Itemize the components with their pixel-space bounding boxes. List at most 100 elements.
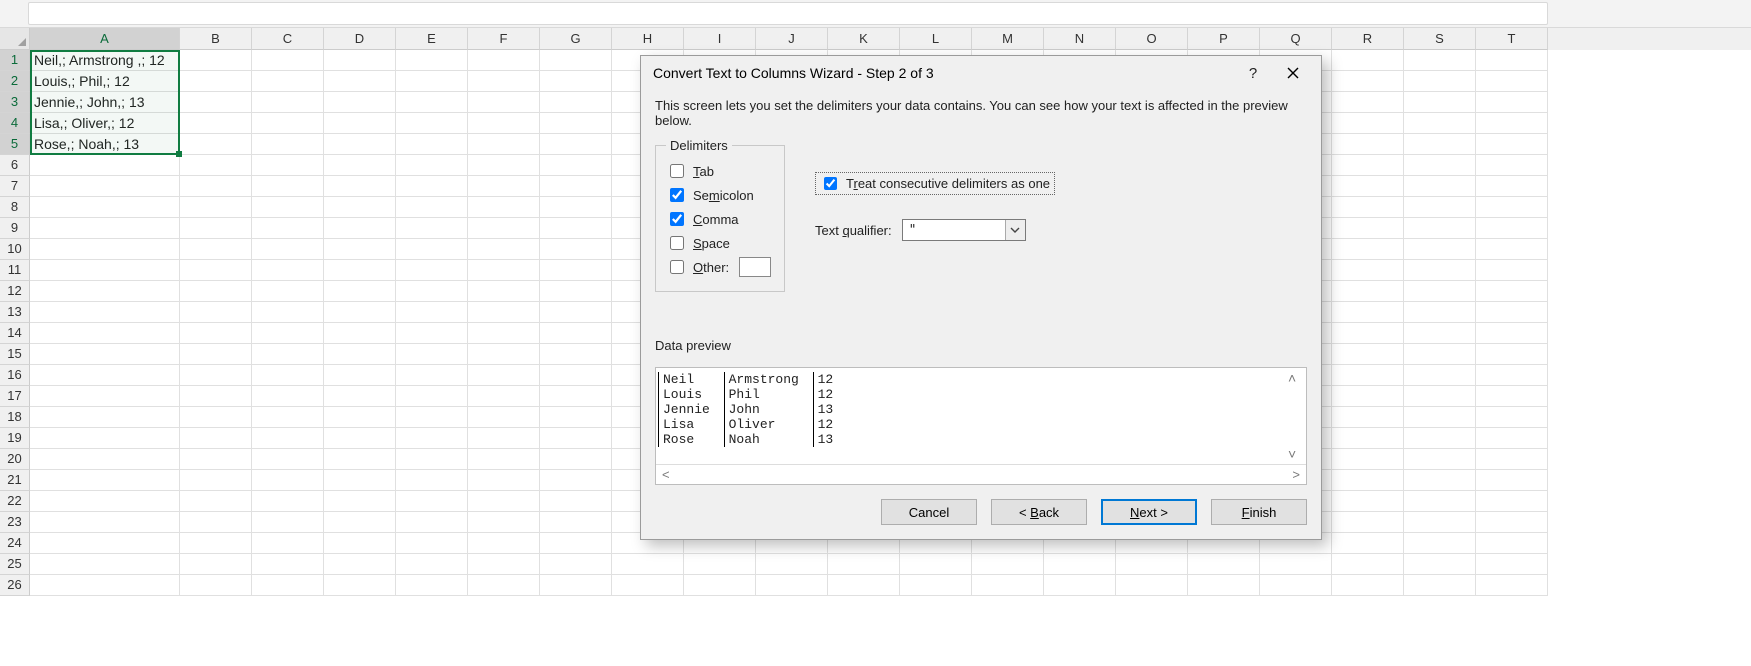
cell[interactable] xyxy=(1332,491,1404,512)
cancel-button[interactable]: Cancel xyxy=(881,499,977,525)
cell[interactable] xyxy=(30,155,180,176)
cell[interactable] xyxy=(252,533,324,554)
column-header[interactable]: I xyxy=(684,28,756,50)
cell[interactable] xyxy=(252,71,324,92)
preview-vertical-scroll[interactable]: ˄ ˅ xyxy=(1288,370,1304,462)
delimiter-space[interactable]: Space xyxy=(666,231,774,255)
cell[interactable] xyxy=(540,449,612,470)
cell[interactable] xyxy=(180,50,252,71)
cell[interactable] xyxy=(1332,71,1404,92)
cell[interactable] xyxy=(180,218,252,239)
cell[interactable] xyxy=(1404,302,1476,323)
preview-horizontal-scroll[interactable]: ˂ ˃ xyxy=(656,464,1306,484)
cell[interactable] xyxy=(540,323,612,344)
delimiter-comma[interactable]: Comma xyxy=(666,207,774,231)
row-header[interactable]: 25 xyxy=(0,554,30,575)
cell[interactable] xyxy=(828,575,900,596)
cell[interactable] xyxy=(180,470,252,491)
cell[interactable] xyxy=(1476,449,1548,470)
finish-button[interactable]: Finish xyxy=(1211,499,1307,525)
cell[interactable] xyxy=(1404,323,1476,344)
cell[interactable] xyxy=(468,386,540,407)
cell[interactable] xyxy=(1404,50,1476,71)
cell[interactable] xyxy=(252,344,324,365)
cell[interactable] xyxy=(180,449,252,470)
cell[interactable] xyxy=(1476,134,1548,155)
cell[interactable] xyxy=(30,554,180,575)
column-header[interactable]: E xyxy=(396,28,468,50)
cell[interactable] xyxy=(180,491,252,512)
cell[interactable] xyxy=(1476,323,1548,344)
cell[interactable] xyxy=(468,155,540,176)
cell[interactable] xyxy=(1404,176,1476,197)
cell[interactable] xyxy=(1332,92,1404,113)
cell[interactable] xyxy=(324,239,396,260)
row-header[interactable]: 2 xyxy=(0,71,30,92)
cell[interactable] xyxy=(252,155,324,176)
cell[interactable] xyxy=(396,71,468,92)
cell[interactable] xyxy=(1332,302,1404,323)
cell[interactable] xyxy=(1476,155,1548,176)
row-header[interactable]: 24 xyxy=(0,533,30,554)
cell[interactable] xyxy=(1476,533,1548,554)
cell[interactable] xyxy=(468,491,540,512)
cell[interactable] xyxy=(180,92,252,113)
cell[interactable] xyxy=(468,344,540,365)
cell[interactable] xyxy=(1404,113,1476,134)
row-header[interactable]: 15 xyxy=(0,344,30,365)
cell[interactable] xyxy=(684,554,756,575)
cell[interactable] xyxy=(324,155,396,176)
cell[interactable] xyxy=(900,554,972,575)
cell[interactable] xyxy=(252,176,324,197)
cell[interactable] xyxy=(252,302,324,323)
cell[interactable] xyxy=(1332,113,1404,134)
cell[interactable]: Neil,; Armstrong ,; 12 xyxy=(30,50,180,71)
cell[interactable] xyxy=(1404,281,1476,302)
cell[interactable] xyxy=(1476,50,1548,71)
cell[interactable] xyxy=(396,197,468,218)
cell[interactable] xyxy=(540,113,612,134)
cell[interactable] xyxy=(612,575,684,596)
cell[interactable] xyxy=(30,470,180,491)
cell[interactable] xyxy=(30,533,180,554)
cell[interactable] xyxy=(30,239,180,260)
cell[interactable] xyxy=(252,365,324,386)
cell[interactable] xyxy=(324,113,396,134)
cell[interactable] xyxy=(1476,407,1548,428)
cell[interactable] xyxy=(30,344,180,365)
cell[interactable] xyxy=(1404,491,1476,512)
treat-consecutive[interactable]: Treat consecutive delimiters as one xyxy=(815,172,1055,195)
row-header[interactable]: 22 xyxy=(0,491,30,512)
column-header[interactable]: N xyxy=(1044,28,1116,50)
cell[interactable] xyxy=(324,491,396,512)
column-header[interactable]: O xyxy=(1116,28,1188,50)
cell[interactable] xyxy=(1044,554,1116,575)
cell[interactable] xyxy=(540,344,612,365)
cell[interactable] xyxy=(252,218,324,239)
cell[interactable] xyxy=(324,512,396,533)
cell[interactable] xyxy=(396,302,468,323)
column-header[interactable]: A xyxy=(30,28,180,50)
cell[interactable] xyxy=(1332,134,1404,155)
next-button[interactable]: Next > xyxy=(1101,499,1197,525)
close-button[interactable] xyxy=(1273,59,1313,87)
row-header[interactable]: 16 xyxy=(0,365,30,386)
cell[interactable] xyxy=(180,533,252,554)
row-header[interactable]: 20 xyxy=(0,449,30,470)
cell[interactable] xyxy=(1404,428,1476,449)
cell[interactable] xyxy=(180,428,252,449)
cell[interactable] xyxy=(252,281,324,302)
cell[interactable] xyxy=(1332,218,1404,239)
cell[interactable] xyxy=(1476,512,1548,533)
cell[interactable] xyxy=(540,197,612,218)
column-header[interactable]: P xyxy=(1188,28,1260,50)
cell[interactable] xyxy=(540,218,612,239)
cell[interactable] xyxy=(396,92,468,113)
cell[interactable] xyxy=(540,281,612,302)
cell[interactable] xyxy=(324,449,396,470)
column-header[interactable]: C xyxy=(252,28,324,50)
row-header[interactable]: 5 xyxy=(0,134,30,155)
cell[interactable] xyxy=(1404,575,1476,596)
cell[interactable] xyxy=(396,260,468,281)
cell[interactable] xyxy=(1476,260,1548,281)
